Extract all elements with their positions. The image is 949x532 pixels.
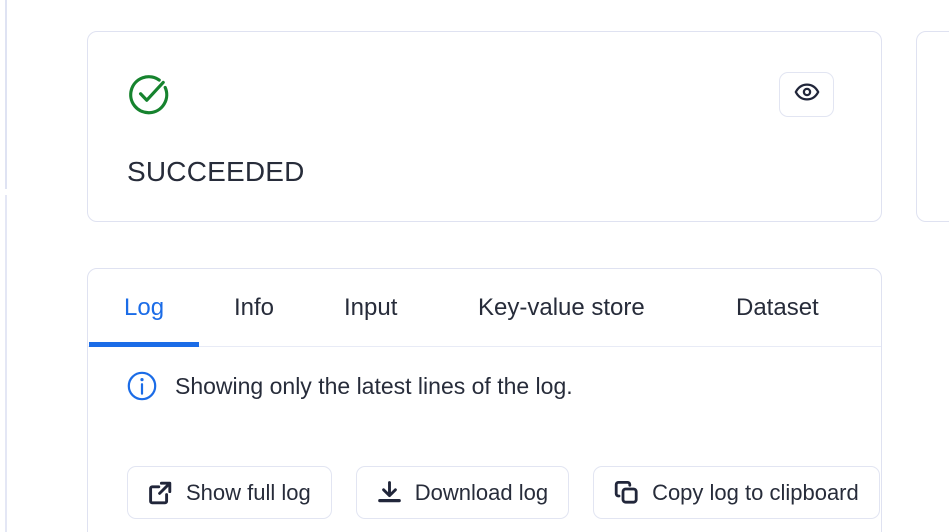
log-actions-toolbar: Show full log Download log Copy log to c… [127,466,880,519]
download-log-button[interactable]: Download log [355,466,570,519]
copy-log-to-clipboard-button[interactable]: Copy log to clipboard [593,466,880,519]
tab-input[interactable]: Input [344,293,397,323]
page-rail-lower [5,195,7,532]
eye-icon [794,79,820,110]
copy-icon [614,480,639,505]
info-circle-icon [127,371,157,401]
page-root: SUCCEEDED Log Info Input Key-value store… [0,0,949,532]
download-log-label: Download log [414,479,549,505]
tab-bar: Log Info Input Key-value store Dataset R… [88,269,881,347]
external-link-icon [148,480,173,505]
run-status-label: SUCCEEDED [127,156,305,187]
tab-key-value-store[interactable]: Key-value store [478,293,645,323]
copy-log-to-clipboard-label: Copy log to clipboard [652,479,859,505]
toggle-visibility-button[interactable] [779,72,834,117]
show-full-log-label: Show full log [186,479,311,505]
tab-log[interactable]: Log [124,293,164,323]
page-rail-upper [5,0,7,189]
check-circle-icon [127,72,171,116]
tab-info[interactable]: Info [234,293,274,323]
run-detail-tab-card: Log Info Input Key-value store Dataset R… [87,268,882,532]
tab-dataset[interactable]: Dataset [736,293,819,323]
show-full-log-button[interactable]: Show full log [127,466,332,519]
run-status-card: SUCCEEDED [87,31,882,222]
log-truncation-notice: Showing only the latest lines of the log… [127,371,573,401]
run-status-card-secondary [916,31,949,222]
log-truncation-text: Showing only the latest lines of the log… [175,373,573,399]
active-tab-indicator [89,342,199,347]
download-icon [377,480,402,505]
